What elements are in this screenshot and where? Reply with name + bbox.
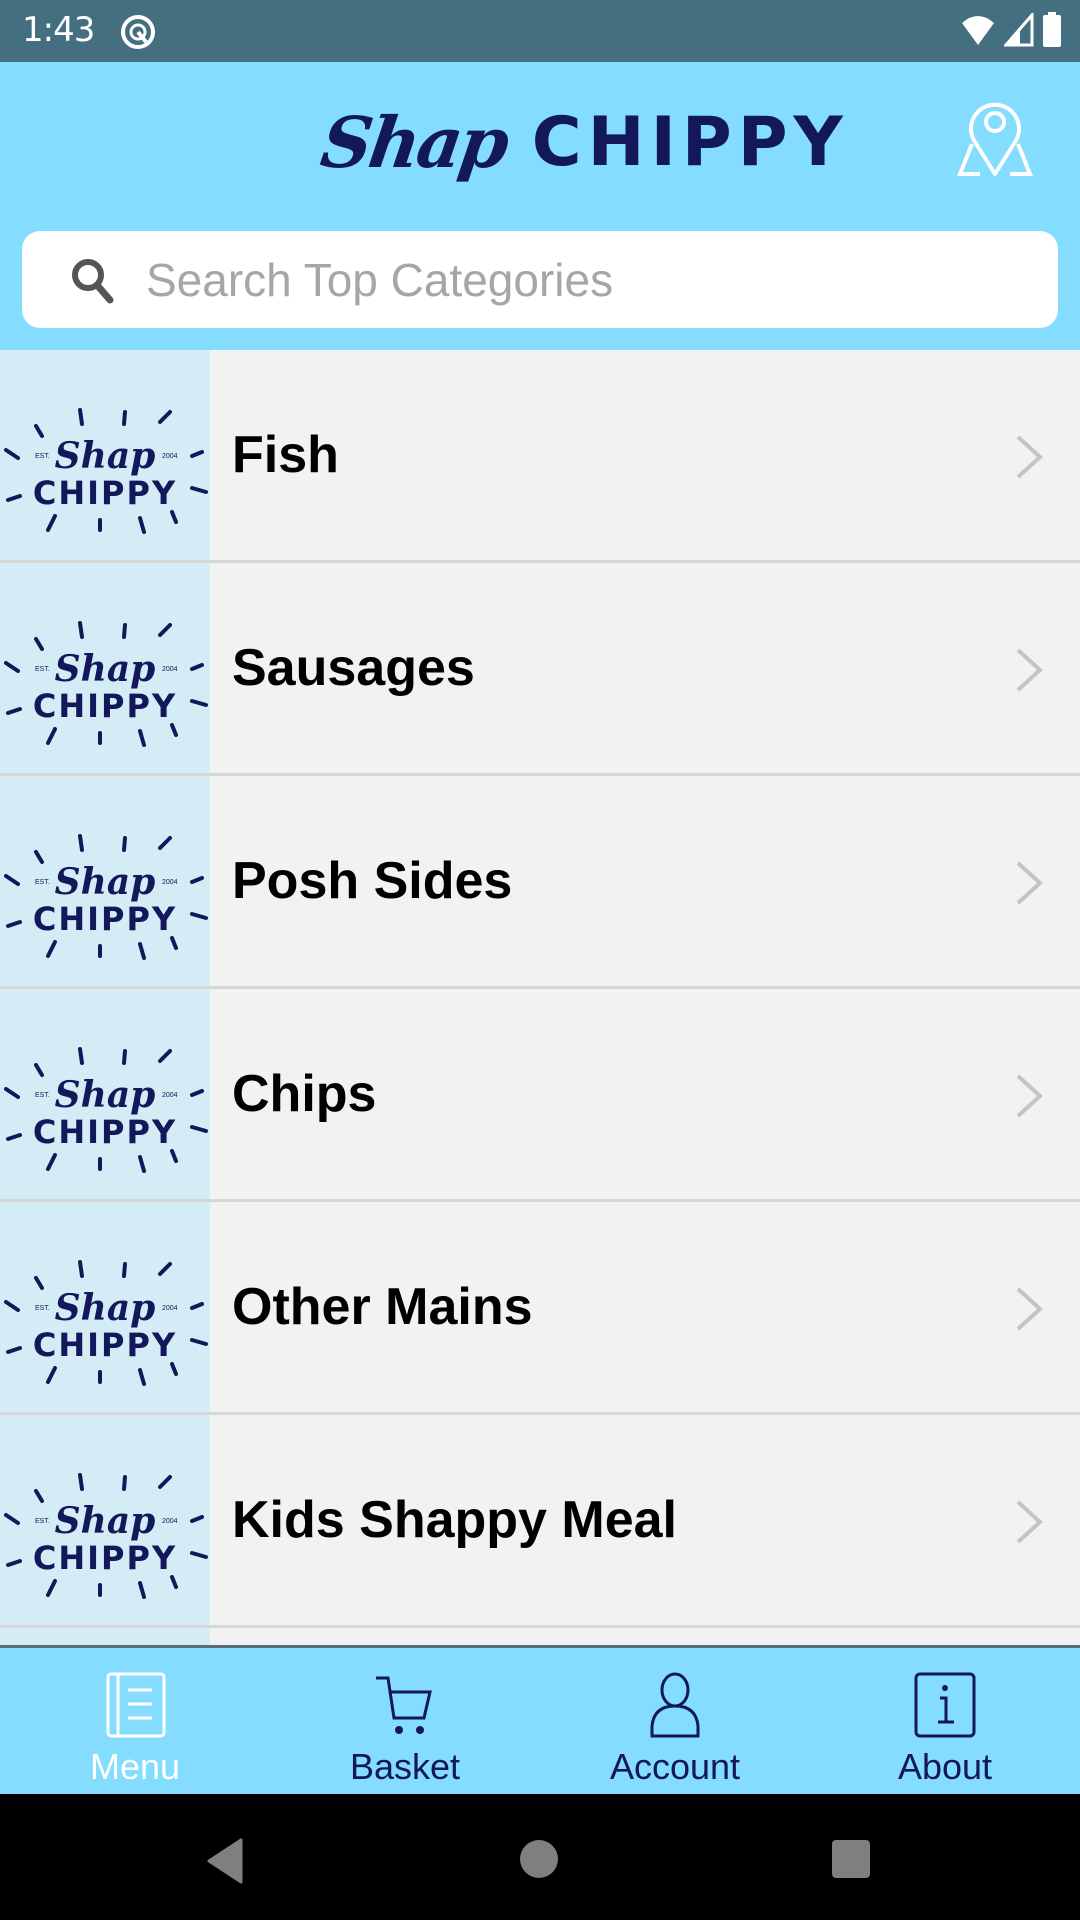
- logo-bold: CHIPPY: [33, 474, 177, 512]
- logo-est: EST.: [35, 453, 50, 460]
- category-thumbnail: EST. 2004 Shap CHIPPY: [0, 1628, 210, 1645]
- recents-icon[interactable]: [830, 1838, 872, 1880]
- brand-script-text: Shap: [316, 100, 512, 184]
- category-thumbnail: EST. 2004 Shap CHIPPY: [0, 989, 210, 1199]
- app-header: Shap CHIPPY: [0, 62, 1080, 350]
- chevron-right-icon: [1016, 648, 1043, 692]
- tab-menu-label: Menu: [89, 1746, 181, 1787]
- logo-bold: CHIPPY: [33, 687, 177, 725]
- category-row-partial[interactable]: EST. 2004 Shap CHIPPY: [0, 1628, 1080, 1645]
- brand-logo: Shap CHIPPY: [316, 92, 849, 192]
- person-icon: [650, 1672, 700, 1738]
- category-thumbnail: EST. 2004 Shap CHIPPY: [0, 563, 210, 773]
- search-input[interactable]: [146, 252, 1026, 307]
- chevron-right-icon: [1016, 1074, 1043, 1118]
- data-saver-icon: [121, 15, 155, 49]
- status-time: 1:43: [22, 10, 95, 50]
- logo-script: Shap: [55, 1500, 156, 1542]
- category-row-other-mains[interactable]: EST. 2004 Shap CHIPPY Other Mains: [0, 1202, 1080, 1415]
- category-thumbnail: EST. 2004 Shap CHIPPY: [0, 350, 210, 560]
- category-row-kids-shappy-meal[interactable]: EST. 2004 Shap CHIPPY Kids Shappy Meal: [0, 1415, 1080, 1628]
- logo-script: Shap: [55, 1287, 156, 1329]
- signal-icon: [1004, 13, 1034, 47]
- tab-about-label: About: [897, 1746, 993, 1787]
- category-row-sausages[interactable]: EST. 2004 Shap CHIPPY Sausages: [0, 563, 1080, 776]
- logo-script: Shap: [55, 648, 156, 690]
- category-thumbnail: EST. 2004 Shap CHIPPY: [0, 776, 210, 986]
- shap-chippy-logo-icon: EST. 2004 Shap CHIPPY: [4, 1473, 208, 1599]
- category-list[interactable]: EST. 2004 Shap CHIPPY Fish EST. 2004 Sha…: [0, 350, 1080, 1645]
- cart-icon: [376, 1676, 432, 1734]
- logo-est: EST.: [35, 879, 50, 886]
- logo-est: EST.: [35, 666, 50, 673]
- chevron-right-icon: [1016, 1500, 1043, 1544]
- location-pin-map-icon[interactable]: [950, 92, 1040, 182]
- category-thumbnail: EST. 2004 Shap CHIPPY: [0, 1202, 210, 1412]
- logo-bold: CHIPPY: [33, 1113, 177, 1151]
- shap-chippy-logo-icon: EST. 2004 Shap CHIPPY: [4, 408, 208, 534]
- info-icon: [914, 1672, 976, 1738]
- logo-year: 2004: [162, 1305, 178, 1312]
- logo-year: 2004: [162, 453, 178, 460]
- tab-about[interactable]: About: [810, 1648, 1080, 1794]
- status-bar: 1:43: [0, 0, 1080, 62]
- chevron-right-icon: [1016, 435, 1043, 479]
- search-bar[interactable]: [22, 231, 1058, 328]
- category-label: Kids Shappy Meal: [232, 1491, 677, 1549]
- shap-chippy-logo-icon: EST. 2004 Shap CHIPPY: [4, 621, 208, 747]
- category-label: Chips: [232, 1065, 377, 1123]
- search-icon: [72, 258, 114, 303]
- logo-year: 2004: [162, 666, 178, 673]
- category-row-posh-sides[interactable]: EST. 2004 Shap CHIPPY Posh Sides: [0, 776, 1080, 989]
- logo-script: Shap: [55, 435, 156, 477]
- logo-year: 2004: [162, 1518, 178, 1525]
- category-label: Other Mains: [232, 1278, 533, 1336]
- logo-year: 2004: [162, 879, 178, 886]
- category-label: Fish: [232, 426, 339, 484]
- shap-chippy-logo-icon: EST. 2004 Shap CHIPPY: [4, 1047, 208, 1173]
- logo-year: 2004: [162, 1092, 178, 1099]
- home-icon[interactable]: [518, 1838, 560, 1880]
- system-navigation-bar: [0, 1794, 1080, 1920]
- category-row-fish[interactable]: EST. 2004 Shap CHIPPY Fish: [0, 350, 1080, 563]
- tab-menu[interactable]: Menu: [0, 1648, 270, 1794]
- bottom-tab-bar: Menu Basket Account About: [0, 1645, 1080, 1794]
- logo-est: EST.: [35, 1518, 50, 1525]
- category-thumbnail: EST. 2004 Shap CHIPPY: [0, 1415, 210, 1625]
- tab-account-label: Account: [609, 1746, 741, 1787]
- menu-book-icon: [106, 1672, 166, 1738]
- chevron-right-icon: [1016, 861, 1043, 905]
- logo-bold: CHIPPY: [33, 900, 177, 938]
- logo-script: Shap: [55, 861, 156, 903]
- category-row-chips[interactable]: EST. 2004 Shap CHIPPY Chips: [0, 989, 1080, 1202]
- category-label: Sausages: [232, 639, 475, 697]
- logo-est: EST.: [35, 1092, 50, 1099]
- logo-bold: CHIPPY: [33, 1326, 177, 1364]
- logo-bold: CHIPPY: [33, 1539, 177, 1577]
- tab-basket[interactable]: Basket: [270, 1648, 540, 1794]
- tab-basket-label: Basket: [349, 1746, 461, 1787]
- battery-icon: [1043, 12, 1061, 47]
- wifi-icon: [962, 16, 994, 45]
- logo-script: Shap: [55, 1074, 156, 1116]
- brand-bold-text: CHIPPY: [531, 102, 849, 182]
- logo-est: EST.: [35, 1305, 50, 1312]
- chevron-right-icon: [1016, 1287, 1043, 1331]
- shap-chippy-logo-icon: EST. 2004 Shap CHIPPY: [4, 834, 208, 960]
- category-label: Posh Sides: [232, 852, 513, 910]
- shap-chippy-logo-icon: EST. 2004 Shap CHIPPY: [4, 1260, 208, 1386]
- tab-account[interactable]: Account: [540, 1648, 810, 1794]
- back-icon[interactable]: [205, 1838, 245, 1884]
